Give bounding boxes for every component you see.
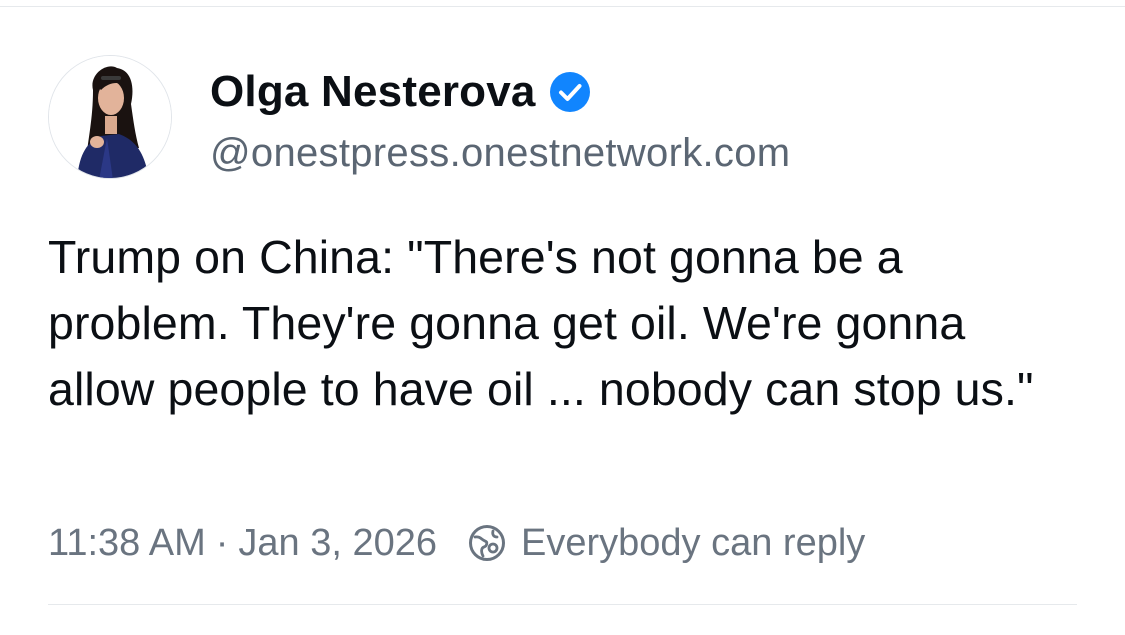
reply-setting-label: Everybody can reply xyxy=(521,521,866,564)
author-name-row: Olga Nesterova xyxy=(210,66,591,118)
verified-check-icon[interactable] xyxy=(549,71,591,113)
bottom-divider xyxy=(48,604,1077,605)
post-card: Olga Nesterova @onestpress.onestnetwork.… xyxy=(0,0,1125,635)
post-time[interactable]: 11:38 AM xyxy=(48,522,206,565)
avatar-photo xyxy=(49,56,171,178)
meta-separator: · xyxy=(215,521,229,564)
avatar[interactable] xyxy=(48,55,172,179)
post-date[interactable]: Jan 3, 2026 xyxy=(238,522,437,565)
globe-icon xyxy=(467,523,507,563)
post-text: Trump on China: "There's not gonna be a … xyxy=(48,231,1034,415)
post-meta: 11:38 AM · Jan 3, 2026 Everybody can rep… xyxy=(48,518,865,568)
reply-setting[interactable]: Everybody can reply xyxy=(467,522,865,565)
author-handle[interactable]: @onestpress.onestnetwork.com xyxy=(210,129,790,177)
author-display-name[interactable]: Olga Nesterova xyxy=(210,66,536,118)
